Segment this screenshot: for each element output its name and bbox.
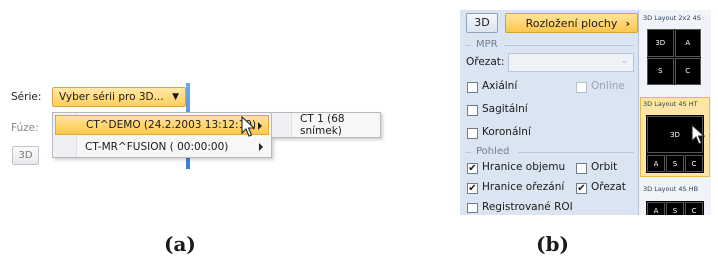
online-checkbox[interactable] [576, 82, 587, 93]
layout-cell: 3D [647, 29, 674, 57]
chevron-right-icon: › [625, 16, 630, 30]
sagittal-label: Sagitální [482, 103, 528, 115]
mpr-section-label: MPR [476, 39, 498, 50]
layout-cell: C [685, 155, 703, 172]
volume-borders-checkbox[interactable]: ✔ [467, 163, 478, 174]
volume-borders-label: Hranice objemu [482, 161, 566, 173]
layout-cell: C [685, 202, 703, 215]
online-label: Online [591, 80, 625, 92]
layout-cell: S [666, 202, 684, 215]
fusion-label: Fúze: [11, 122, 39, 134]
caption-a: (a) [164, 232, 196, 256]
series-value: Vyber sérii pro 3D... [59, 91, 164, 103]
series-combobox[interactable]: Vyber sérii pro 3D... ▼ [52, 87, 186, 107]
submenu-item-label: CT 1 (68 snímek) [300, 113, 345, 137]
menu-item-label: CT-MR^FUSION ( 00:00:00) [85, 141, 229, 153]
layout-thumb-4s-hb[interactable]: A S C [646, 201, 704, 215]
sagittal-checkbox[interactable] [467, 105, 478, 116]
3d-button[interactable]: 3D [466, 13, 498, 33]
crop-label: Ořezat [591, 181, 626, 193]
layout-button[interactable]: Rozložení plochy › [505, 13, 638, 33]
layout-cell: C [674, 57, 701, 85]
coronal-label: Koronální [482, 126, 531, 138]
registered-roi-label: Registrované ROI [482, 201, 573, 213]
menu-item-label: CT^DEMO (24.2.2003 13:12:10) [86, 119, 257, 131]
3d-button[interactable]: 3D [12, 146, 39, 165]
layout-title: 3D Layout 4S HB [643, 185, 699, 193]
layout-cell: A [647, 202, 665, 215]
layout-cell: S [647, 57, 674, 85]
axial-checkbox[interactable] [467, 82, 478, 93]
divider [504, 45, 634, 46]
divider [466, 152, 471, 153]
submenu-item-ct1[interactable]: CT 1 (68 snímek) [274, 113, 378, 137]
layout-thumb-2x2[interactable]: 3D A S C [647, 29, 701, 85]
crop-checkbox[interactable]: ✔ [576, 183, 587, 194]
layout-gallery: 3D Layout 2x2 4S 3D A S C 3D Layout 4S H… [638, 10, 711, 215]
mouse-pointer-icon [241, 116, 256, 137]
coronal-checkbox[interactable] [467, 128, 478, 139]
layout-cell: A [674, 29, 701, 57]
crop-borders-checkbox[interactable]: ✔ [467, 183, 478, 194]
series-submenu: CT 1 (68 snímek) [271, 112, 381, 138]
chevron-down-icon: ⌄ [620, 56, 628, 66]
menu-item-ct-demo[interactable]: CT^DEMO (24.2.2003 13:12:10) [55, 115, 269, 135]
submenu-arrow-icon [259, 143, 263, 151]
layout-title: 3D Layout 4S HT [643, 100, 698, 108]
crop-select[interactable]: ⌄ [508, 53, 634, 72]
mouse-pointer-icon [691, 124, 706, 145]
crop-borders-label: Hranice ořezání [482, 181, 565, 193]
series-menu: CT^DEMO (24.2.2003 13:12:10) CT-MR^FUSIO… [52, 112, 272, 158]
layout-cell: A [647, 155, 665, 172]
menu-item-ct-mr-fusion[interactable]: CT-MR^FUSION ( 00:00:00) [55, 137, 269, 157]
divider [518, 152, 634, 153]
caption-b: (b) [536, 232, 569, 256]
registered-roi-checkbox[interactable] [467, 203, 478, 213]
crop-label: Ořezat: [466, 56, 505, 68]
divider [466, 45, 471, 46]
layout-title: 3D Layout 2x2 4S [643, 14, 701, 22]
orbit-checkbox[interactable] [576, 163, 587, 174]
layout-cell: S [666, 155, 684, 172]
axial-label: Axiální [482, 80, 518, 92]
orbit-label: Orbit [591, 161, 618, 173]
view-section-label: Pohled [476, 146, 510, 157]
submenu-arrow-icon [258, 122, 262, 130]
chevron-down-icon: ▼ [172, 92, 179, 102]
series-label: Série: [11, 91, 42, 103]
layout-button-label: Rozložení plochy [525, 16, 618, 30]
